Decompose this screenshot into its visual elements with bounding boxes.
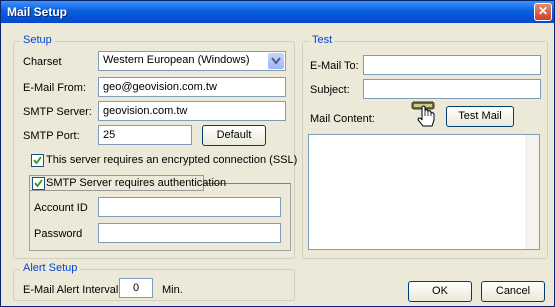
- smtp-server-input[interactable]: geovision.com.tw: [98, 101, 286, 121]
- dropdown-arrow-icon[interactable]: [268, 53, 284, 69]
- account-id-label: Account ID: [34, 202, 88, 214]
- test-group-label: Test: [309, 34, 336, 46]
- smtp-port-label: SMTP Port:: [23, 130, 80, 142]
- setup-group-label: Setup: [20, 34, 55, 46]
- title-bar: Mail Setup ✕: [1, 1, 554, 23]
- close-button[interactable]: ✕: [534, 3, 552, 21]
- auth-checkbox-row[interactable]: SMTP Server requires authentication: [29, 175, 226, 191]
- close-icon: ✕: [537, 4, 549, 18]
- email-to-input[interactable]: [363, 55, 541, 75]
- charset-value: Western European (Windows): [103, 54, 250, 66]
- auth-label[interactable]: SMTP Server requires authentication: [46, 177, 226, 189]
- default-button[interactable]: Default: [202, 125, 266, 146]
- account-id-input[interactable]: [98, 197, 281, 217]
- charset-label: Charset: [23, 56, 62, 68]
- alert-setup-group-label: Alert Setup: [20, 262, 81, 274]
- test-mail-button[interactable]: Test Mail: [446, 106, 514, 127]
- alert-interval-input[interactable]: 0: [119, 278, 153, 298]
- cancel-button[interactable]: Cancel: [481, 281, 545, 302]
- alert-interval-unit: Min.: [162, 284, 183, 296]
- mail-content-scrollbar[interactable]: [525, 135, 539, 249]
- mail-content-textarea[interactable]: [308, 134, 540, 250]
- smtp-port-input[interactable]: 25: [98, 125, 192, 145]
- auth-checkbox[interactable]: [32, 177, 45, 190]
- password-label: Password: [34, 228, 83, 240]
- email-from-input[interactable]: geo@geovision.com.tw: [98, 77, 286, 97]
- checkmark-icon: [34, 179, 43, 188]
- window-title: Mail Setup: [7, 5, 68, 19]
- password-input[interactable]: [98, 223, 281, 243]
- mail-content-label: Mail Content:: [310, 113, 375, 125]
- smtp-server-label: SMTP Server:: [23, 106, 92, 118]
- subject-label: Subject:: [310, 84, 350, 96]
- email-to-label: E-Mail To:: [310, 60, 359, 72]
- subject-input[interactable]: [363, 79, 541, 99]
- mail-setup-dialog: Mail Setup ✕ Setup Charset Western Europ…: [0, 0, 555, 307]
- ssl-label[interactable]: This server requires an encrypted connec…: [46, 154, 297, 166]
- ssl-checkbox[interactable]: [31, 154, 44, 167]
- alert-interval-label: E-Mail Alert Interval:: [23, 284, 122, 296]
- checkmark-icon: [33, 156, 42, 165]
- hand-pointer-icon: [411, 101, 439, 127]
- email-from-label: E-Mail From:: [23, 82, 86, 94]
- charset-select[interactable]: Western European (Windows): [98, 51, 286, 71]
- ok-button[interactable]: OK: [408, 281, 472, 302]
